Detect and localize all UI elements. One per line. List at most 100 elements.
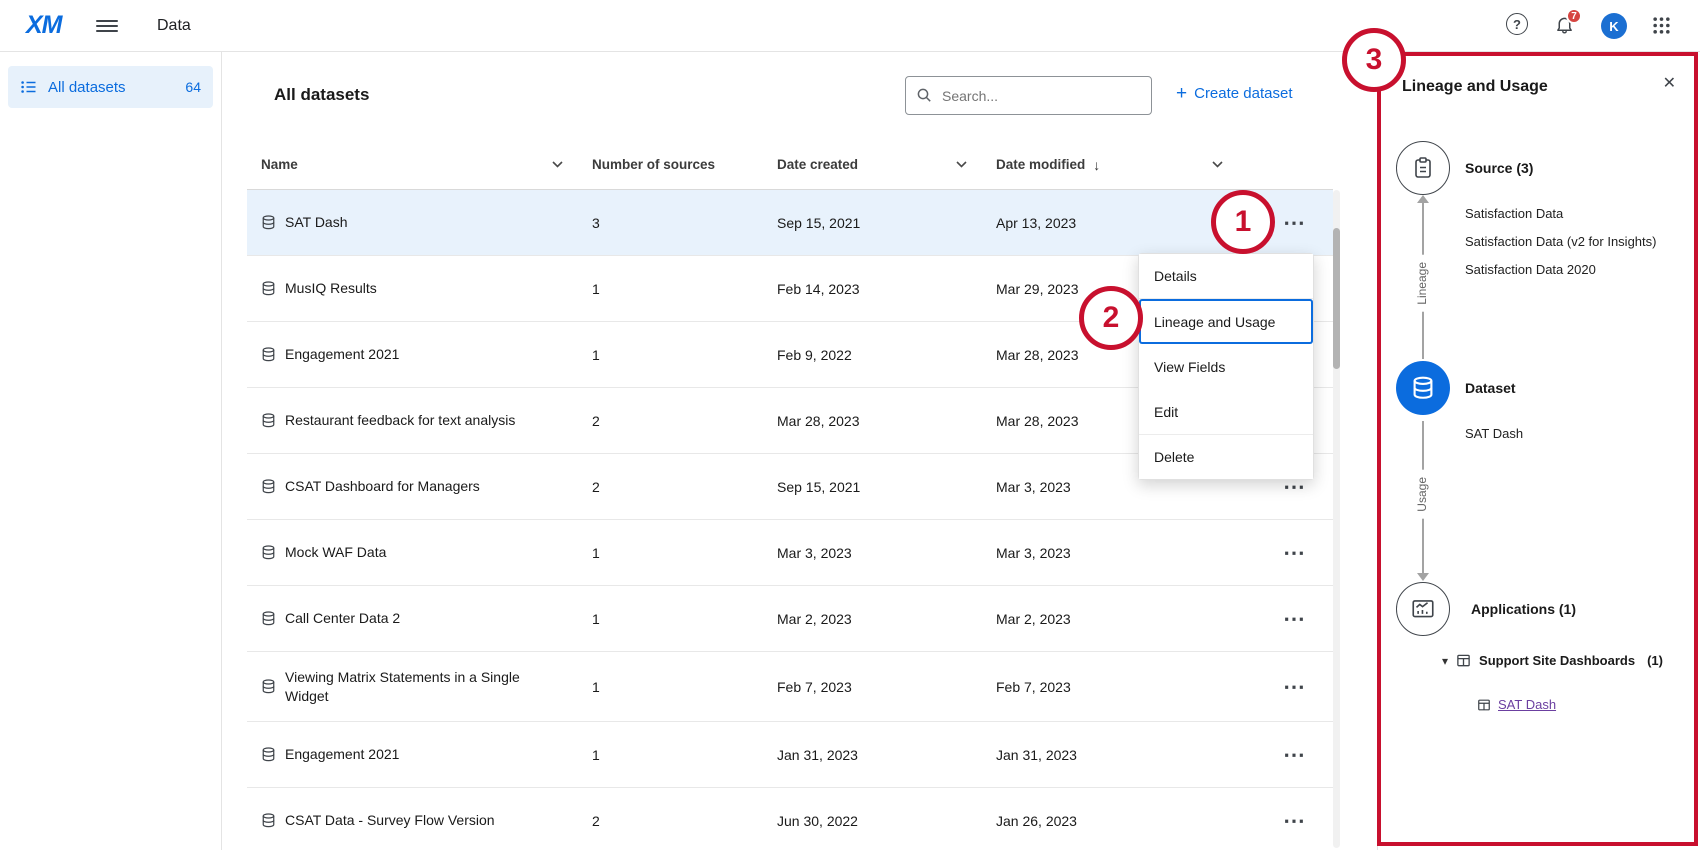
clipboard-icon xyxy=(1411,156,1435,180)
column-header-date-created[interactable]: Date created xyxy=(762,140,981,189)
row-sources: 3 xyxy=(577,215,762,231)
source-item: Satisfaction Data xyxy=(1465,206,1563,221)
dataset-name: CSAT Data - Survey Flow Version xyxy=(285,811,495,829)
column-header-date-modified[interactable]: Date modified ↓ xyxy=(981,140,1237,189)
caret-down-icon: ▾ xyxy=(1442,654,1448,668)
more-options-icon[interactable]: ⋯ xyxy=(1276,212,1312,234)
column-header-actions xyxy=(1237,140,1333,189)
sort-descending-icon: ↓ xyxy=(1093,157,1100,173)
row-sources: 2 xyxy=(577,479,762,495)
row-date-created: Jun 30, 2022 xyxy=(762,813,981,829)
lineage-arrow-up-icon xyxy=(1417,195,1429,203)
main-heading: All datasets xyxy=(274,85,369,105)
dashboard-icon xyxy=(1456,653,1471,668)
row-sources: 1 xyxy=(577,347,762,363)
source-item: Satisfaction Data (v2 for Insights) xyxy=(1465,234,1656,249)
sidebar-item-label: All datasets xyxy=(48,79,126,96)
table-row[interactable]: Mock WAF Data 1 Mar 3, 2023 Mar 3, 2023 … xyxy=(247,520,1333,586)
chevron-down-icon xyxy=(956,161,967,168)
notifications-bell-icon[interactable]: 7 xyxy=(1554,14,1575,38)
dataset-icon xyxy=(261,813,276,828)
dataset-name: SAT Dash xyxy=(285,213,348,231)
row-sources: 1 xyxy=(577,747,762,763)
dataset-icon xyxy=(261,747,276,762)
more-options-icon[interactable]: ⋯ xyxy=(1276,810,1312,832)
close-icon[interactable]: ✕ xyxy=(1663,73,1676,93)
scrollbar-thumb[interactable] xyxy=(1333,228,1340,369)
row-date-modified: Mar 3, 2023 xyxy=(981,479,1237,495)
hamburger-menu-icon[interactable] xyxy=(96,17,118,35)
lineage-label: Lineage xyxy=(1414,255,1430,312)
more-options-icon[interactable]: ⋯ xyxy=(1276,608,1312,630)
menu-item-details[interactable]: Details xyxy=(1139,254,1313,299)
create-dataset-button[interactable]: + Create dataset xyxy=(1176,84,1293,103)
more-options-icon[interactable]: ⋯ xyxy=(1276,676,1312,698)
column-header-sources[interactable]: Number of sources xyxy=(577,140,762,189)
menu-item-lineage-and-usage[interactable]: Lineage and Usage xyxy=(1139,299,1313,344)
dataset-icon xyxy=(261,281,276,296)
notification-badge: 7 xyxy=(1566,8,1582,24)
more-options-icon[interactable]: ⋯ xyxy=(1276,744,1312,766)
row-date-modified: Mar 3, 2023 xyxy=(981,545,1237,561)
usage-arrow-down-icon xyxy=(1417,573,1429,581)
dataset-name: Engagement 2021 xyxy=(285,745,399,763)
applications-label: Applications (1) xyxy=(1471,601,1576,617)
context-menu: Details Lineage and Usage View Fields Ed… xyxy=(1138,253,1314,480)
lineage-usage-panel: Lineage and Usage ✕ Source (3) Satisfact… xyxy=(1377,52,1700,850)
help-icon[interactable]: ? xyxy=(1506,13,1528,35)
chart-icon xyxy=(1410,596,1436,622)
table-row[interactable]: Engagement 2021 1 Jan 31, 2023 Jan 31, 2… xyxy=(247,722,1333,788)
row-sources: 1 xyxy=(577,545,762,561)
dataset-icon xyxy=(261,347,276,362)
search-icon xyxy=(916,87,932,103)
chevron-down-icon xyxy=(552,161,563,168)
table-row[interactable]: Viewing Matrix Statements in a Single Wi… xyxy=(247,652,1333,722)
sidebar: All datasets 64 xyxy=(0,52,222,850)
sidebar-item-all-datasets[interactable]: All datasets 64 xyxy=(8,66,213,108)
search-box xyxy=(905,76,1152,115)
dataset-name: Viewing Matrix Statements in a Single Wi… xyxy=(285,668,537,704)
row-sources: 1 xyxy=(577,611,762,627)
row-date-created: Feb 7, 2023 xyxy=(762,679,981,695)
row-sources: 1 xyxy=(577,679,762,695)
menu-item-view-fields[interactable]: View Fields xyxy=(1139,344,1313,389)
dataset-icon xyxy=(261,545,276,560)
table-row[interactable]: SAT Dash 3 Sep 15, 2021 Apr 13, 2023 ⋯ xyxy=(247,190,1333,256)
dataset-icon xyxy=(261,215,276,230)
column-header-name[interactable]: Name xyxy=(247,140,577,189)
menu-item-delete[interactable]: Delete xyxy=(1139,434,1313,479)
row-date-modified: Mar 2, 2023 xyxy=(981,611,1237,627)
apps-grid-icon[interactable] xyxy=(1652,16,1671,38)
page-title: Data xyxy=(157,17,191,35)
row-date-created: Sep 15, 2021 xyxy=(762,479,981,495)
application-link-sat-dash[interactable]: SAT Dash xyxy=(1498,697,1556,712)
row-sources: 2 xyxy=(577,413,762,429)
row-date-created: Jan 31, 2023 xyxy=(762,747,981,763)
table-row[interactable]: CSAT Data - Survey Flow Version 2 Jun 30… xyxy=(247,788,1333,850)
xm-logo[interactable]: XM xyxy=(26,11,62,40)
source-label: Source (3) xyxy=(1465,160,1533,176)
table-row[interactable]: Call Center Data 2 1 Mar 2, 2023 Mar 2, … xyxy=(247,586,1333,652)
usage-label: Usage xyxy=(1414,470,1430,519)
menu-item-edit[interactable]: Edit xyxy=(1139,389,1313,434)
row-date-created: Mar 2, 2023 xyxy=(762,611,981,627)
row-date-modified: Jan 31, 2023 xyxy=(981,747,1237,763)
search-input[interactable] xyxy=(905,76,1152,115)
row-date-modified: Feb 7, 2023 xyxy=(981,679,1237,695)
avatar[interactable]: K xyxy=(1601,13,1627,39)
dataset-icon xyxy=(261,413,276,428)
dataset-name: Mock WAF Data xyxy=(285,543,386,561)
create-dataset-label: Create dataset xyxy=(1194,85,1292,102)
dataset-node xyxy=(1396,361,1450,415)
row-date-created: Sep 15, 2021 xyxy=(762,215,981,231)
row-date-created: Feb 9, 2022 xyxy=(762,347,981,363)
dataset-icon xyxy=(261,679,276,694)
row-date-created: Mar 3, 2023 xyxy=(762,545,981,561)
source-node xyxy=(1396,141,1450,195)
row-date-modified: Apr 13, 2023 xyxy=(981,215,1237,231)
row-date-created: Mar 28, 2023 xyxy=(762,413,981,429)
more-options-icon[interactable]: ⋯ xyxy=(1276,542,1312,564)
dataset-icon xyxy=(261,479,276,494)
application-group-toggle[interactable]: ▾ Support Site Dashboards (1) xyxy=(1442,653,1663,668)
list-icon xyxy=(20,78,38,96)
